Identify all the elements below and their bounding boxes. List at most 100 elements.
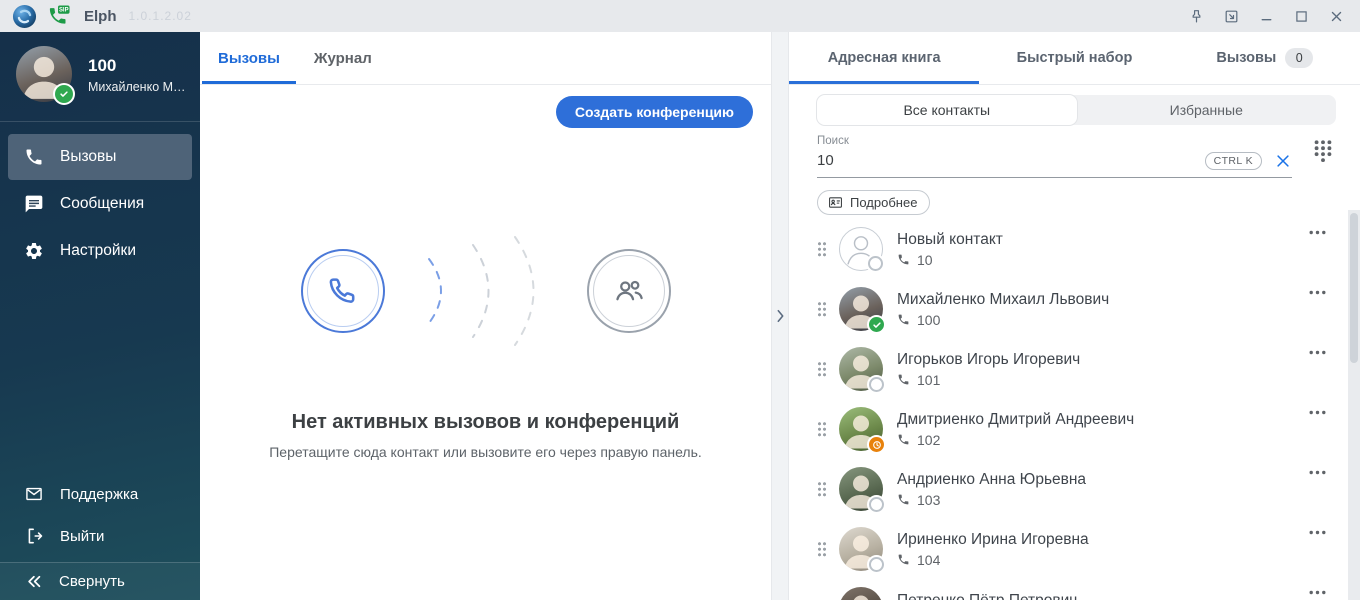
contact-more-button[interactable] bbox=[1307, 588, 1328, 597]
contact-name: Игорьков Игорь Игоревич bbox=[897, 351, 1307, 369]
contact-more-button[interactable] bbox=[1307, 468, 1328, 477]
contact-more-button[interactable] bbox=[1307, 348, 1328, 357]
sip-phone-icon: SIP bbox=[47, 5, 70, 28]
scrollbar[interactable] bbox=[1348, 210, 1360, 600]
sidebar-item-chat[interactable]: Сообщения bbox=[8, 181, 192, 227]
contact-more-button[interactable] bbox=[1307, 528, 1328, 537]
collapse-sidebar-button[interactable]: Свернуть bbox=[0, 563, 200, 600]
pin-button[interactable] bbox=[1184, 4, 1208, 28]
close-icon bbox=[1328, 8, 1345, 25]
contact-info: Ириненко Ирина Игоревна 104 bbox=[897, 531, 1307, 568]
contacts-panel: Адресная книга Быстрый набор Вызовы 0 Вс… bbox=[789, 32, 1360, 600]
contact-card-icon bbox=[828, 195, 843, 210]
minimize-button[interactable] bbox=[1254, 4, 1278, 28]
contact-more-button[interactable] bbox=[1307, 288, 1328, 297]
drag-handle-icon[interactable] bbox=[817, 361, 827, 377]
collapse-label: Свернуть bbox=[59, 573, 125, 590]
drag-handle-icon[interactable] bbox=[817, 241, 827, 257]
filter-tab-1[interactable]: Избранные bbox=[1077, 95, 1337, 125]
scrollbar-thumb[interactable] bbox=[1350, 213, 1358, 363]
clear-search-button[interactable] bbox=[1274, 152, 1292, 170]
contact-number: 101 bbox=[917, 372, 940, 388]
drag-handle-icon[interactable] bbox=[817, 301, 827, 317]
phone-icon bbox=[897, 433, 910, 446]
contact-number-row: 102 bbox=[897, 432, 1307, 448]
contact-avatar bbox=[839, 287, 883, 331]
keyboard-shortcut-badge: CTRL K bbox=[1205, 152, 1262, 170]
app-version: 1.0.1.2.02 bbox=[129, 9, 192, 23]
contact-avatar bbox=[839, 407, 883, 451]
contact-info: Михайленко Михаил Львович 100 bbox=[897, 291, 1307, 328]
app-window: SIP Elph 1.0.1.2.02 bbox=[0, 0, 1360, 600]
contact-row[interactable]: Ириненко Ирина Игоревна 104 bbox=[817, 519, 1336, 579]
panel-tab-2[interactable]: Вызовы 0 bbox=[1170, 32, 1360, 84]
minimize-to-tray-button[interactable] bbox=[1219, 4, 1243, 28]
content: 100 Михайленко Михаи… Вызовы Сообщения Н… bbox=[0, 32, 1360, 600]
sidebar-item-logout[interactable]: Выйти bbox=[8, 515, 192, 557]
contact-row[interactable]: Новый контакт 10 bbox=[817, 219, 1336, 279]
gear-icon bbox=[24, 241, 44, 261]
details-button[interactable]: Подробнее bbox=[817, 190, 930, 215]
contact-number-row: 103 bbox=[897, 492, 1307, 508]
panel-splitter[interactable] bbox=[771, 32, 789, 600]
search-input[interactable]: Поиск 10 CTRL K bbox=[817, 133, 1292, 178]
contact-row[interactable]: Игорьков Игорь Игоревич 101 bbox=[817, 339, 1336, 399]
contact-row[interactable]: Михайленко Михаил Львович 100 bbox=[817, 279, 1336, 339]
away-status-icon bbox=[869, 437, 884, 452]
sidebar-item-phone[interactable]: Вызовы bbox=[8, 134, 192, 180]
contact-avatar bbox=[839, 467, 883, 511]
contact-info: Петренко Пётр Петрович bbox=[897, 592, 1307, 600]
titlebar: SIP Elph 1.0.1.2.02 bbox=[0, 0, 1360, 32]
empty-state: Нет активных вызовов и конференций Перет… bbox=[200, 85, 771, 600]
online-status-icon bbox=[55, 85, 73, 103]
panel-tab-0[interactable]: Адресная книга bbox=[789, 32, 979, 84]
filter-tab-label: Избранные bbox=[1170, 102, 1243, 118]
contact-number-row: 10 bbox=[897, 252, 1307, 268]
people-outline-icon bbox=[611, 273, 647, 309]
more-dots-icon bbox=[1309, 530, 1326, 535]
more-dots-icon bbox=[1309, 410, 1326, 415]
create-conference-button[interactable]: Создать конференцию bbox=[556, 96, 753, 128]
profile-avatar bbox=[16, 46, 72, 102]
contact-number: 102 bbox=[917, 432, 940, 448]
sidebar-item-gear[interactable]: Настройки bbox=[8, 228, 192, 274]
sidebar-item-label: Настройки bbox=[60, 242, 136, 260]
sidebar-nav: Вызовы Сообщения Настройки bbox=[0, 128, 200, 274]
contact-more-button[interactable] bbox=[1307, 408, 1328, 417]
sidebar-item-mail[interactable]: Поддержка bbox=[8, 473, 192, 515]
filter-tab-label: Все контакты bbox=[903, 102, 990, 118]
contact-number-row: 101 bbox=[897, 372, 1307, 388]
profile[interactable]: 100 Михайленко Михаи… bbox=[0, 32, 200, 115]
sidebar-bottom-nav: Поддержка Выйти bbox=[0, 473, 200, 557]
contact-row[interactable]: Дмитриенко Дмитрий Андреевич 102 bbox=[817, 399, 1336, 459]
chat-icon bbox=[24, 194, 44, 214]
drag-handle-icon[interactable] bbox=[817, 421, 827, 437]
phone-icon bbox=[24, 147, 44, 167]
drag-handle-icon[interactable] bbox=[817, 541, 827, 557]
offline-status-icon bbox=[868, 256, 883, 271]
contact-name: Андриенко Анна Юрьевна bbox=[897, 471, 1307, 489]
chevron-right-icon bbox=[776, 309, 785, 323]
panel-tab-1[interactable]: Быстрый набор bbox=[979, 32, 1169, 84]
dialpad-button[interactable] bbox=[1312, 138, 1334, 163]
filter-tab-0[interactable]: Все контакты bbox=[817, 95, 1077, 125]
contact-info: Игорьков Игорь Игоревич 101 bbox=[897, 351, 1307, 388]
panel-tabbar: Адресная книга Быстрый набор Вызовы 0 bbox=[789, 32, 1360, 85]
contact-info: Дмитриенко Дмитрий Андреевич 102 bbox=[897, 411, 1307, 448]
calls-main-area: Вызовы Журнал Создать конференцию bbox=[200, 32, 771, 600]
drag-handle-icon[interactable] bbox=[817, 481, 827, 497]
contact-name: Новый контакт bbox=[897, 231, 1307, 249]
close-button[interactable] bbox=[1324, 4, 1348, 28]
contact-row[interactable]: Петренко Пётр Петрович bbox=[817, 579, 1336, 600]
main-tab-0[interactable]: Вызовы bbox=[202, 32, 296, 84]
maximize-button[interactable] bbox=[1289, 4, 1313, 28]
contact-number: 103 bbox=[917, 492, 940, 508]
search-row: Поиск 10 CTRL K bbox=[817, 133, 1336, 178]
panel-body: Все контакты Избранные Поиск 10 CTRL K bbox=[789, 85, 1360, 600]
contact-more-button[interactable] bbox=[1307, 228, 1328, 237]
contact-name: Петренко Пётр Петрович bbox=[897, 592, 1307, 600]
main-tab-1[interactable]: Журнал bbox=[298, 32, 388, 84]
sidebar: 100 Михайленко Михаи… Вызовы Сообщения Н… bbox=[0, 32, 200, 600]
contact-row[interactable]: Андриенко Анна Юрьевна 103 bbox=[817, 459, 1336, 519]
contact-number: 104 bbox=[917, 552, 940, 568]
